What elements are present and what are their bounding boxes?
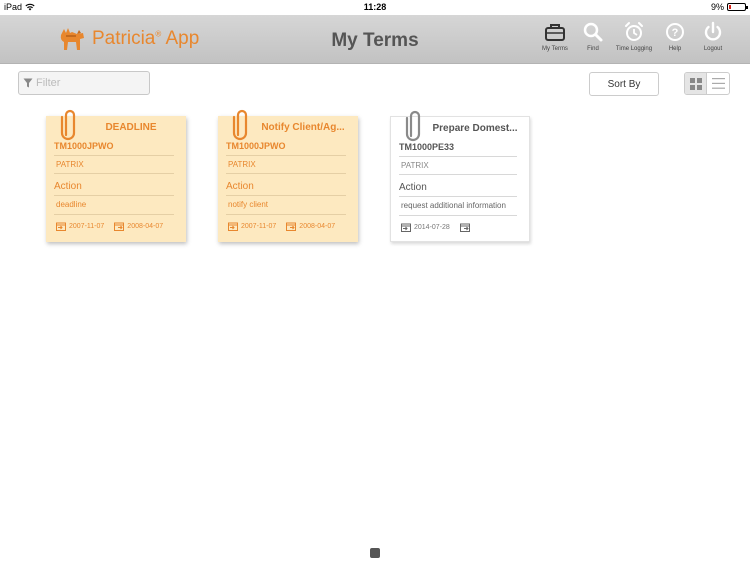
power-icon <box>704 21 722 41</box>
card-action: request additional information <box>401 201 506 210</box>
date-start: 2007-11-07 <box>69 223 105 230</box>
card-action-label: Action <box>54 181 82 192</box>
card-client: PATRIX <box>56 160 84 169</box>
clock: 11:28 <box>363 2 387 12</box>
nav-logout-label: Logout <box>703 46 723 52</box>
card-action: deadline <box>56 200 87 209</box>
calendar-in-icon <box>228 222 238 231</box>
filter-field[interactable] <box>18 71 150 95</box>
divider <box>54 155 174 156</box>
funnel-icon <box>23 78 33 88</box>
term-card[interactable]: Prepare Domest... TM1000PE33 PATRIX Acti… <box>390 110 530 242</box>
header-nav: My Terms Find Time Logging ? Help Logout <box>536 21 732 52</box>
svg-text:?: ? <box>672 27 679 39</box>
list-view-button[interactable] <box>707 73 729 94</box>
paperclip-icon <box>232 109 248 141</box>
divider <box>54 173 174 174</box>
paperclip-icon <box>405 110 421 142</box>
nav-my-terms[interactable]: My Terms <box>536 21 574 52</box>
divider <box>226 173 346 174</box>
sort-by-button[interactable]: Sort By <box>589 72 659 96</box>
battery-percent: 9% <box>710 2 724 12</box>
grid-view-button[interactable] <box>685 73 708 94</box>
divider <box>399 196 517 197</box>
filter-input[interactable] <box>36 77 136 89</box>
help-icon: ? <box>666 23 684 41</box>
date-start: 2014-07-28 <box>414 224 450 231</box>
card-code: TM1000JPWO <box>54 141 114 151</box>
term-card[interactable]: Notify Client/Ag... TM1000JPWO PATRIX Ac… <box>218 109 358 242</box>
divider <box>399 174 517 175</box>
card-title: Prepare Domest... <box>432 123 518 134</box>
divider <box>226 155 346 156</box>
date-start: 2007-11-07 <box>241 223 277 230</box>
nav-my-terms-label: My Terms <box>542 46 568 52</box>
nav-help[interactable]: ? Help <box>656 21 694 52</box>
divider <box>226 214 346 215</box>
nav-time-logging-label: Time Logging <box>615 46 653 52</box>
search-icon <box>583 22 603 42</box>
divider <box>54 214 174 215</box>
calendar-out-icon <box>286 222 297 231</box>
calendar-out-icon <box>114 222 125 231</box>
view-toggle <box>684 72 730 95</box>
card-code: TM1000PE33 <box>399 142 455 152</box>
briefcase-icon <box>545 24 565 41</box>
card-title: DEADLINE <box>105 122 157 133</box>
calendar-out-icon <box>459 223 470 232</box>
card-dates: 2014-07-28 <box>401 223 483 232</box>
card-action-label: Action <box>399 182 427 193</box>
calendar-in-icon <box>56 222 66 231</box>
card-client: PATRIX <box>401 161 429 170</box>
battery: 9% <box>710 2 748 12</box>
nav-time-logging[interactable]: Time Logging <box>612 21 656 52</box>
grid-icon <box>689 77 702 90</box>
alarm-clock-icon <box>625 22 643 41</box>
date-end: 2008-04-07 <box>127 223 164 230</box>
status-bar: iPad 11:28 9% <box>0 0 750 15</box>
divider <box>399 215 517 216</box>
card-action-label: Action <box>226 181 254 192</box>
nav-help-label: Help <box>668 46 682 52</box>
card-dates: 2007-11-07 2008-04-07 <box>56 222 173 231</box>
term-card[interactable]: DEADLINE TM1000JPWO PATRIX Action deadli… <box>46 109 186 242</box>
card-client: PATRIX <box>228 160 256 169</box>
battery-icon <box>727 3 748 11</box>
nav-logout[interactable]: Logout <box>694 21 732 52</box>
paperclip-icon <box>60 109 76 141</box>
nav-find[interactable]: Find <box>574 21 612 52</box>
card-action: notify client <box>228 200 269 209</box>
divider <box>399 156 517 157</box>
divider <box>226 195 346 196</box>
divider <box>54 195 174 196</box>
nav-find-label: Find <box>587 46 599 52</box>
home-indicator <box>370 548 380 558</box>
list-icon <box>711 78 725 89</box>
card-title: Notify Client/Ag... <box>261 122 345 133</box>
calendar-in-icon <box>401 223 411 232</box>
card-dates: 2007-11-07 2008-04-07 <box>228 222 345 231</box>
app-header: Patricia® App My Terms My Terms Find Tim… <box>0 15 750 64</box>
date-end: 2008-04-07 <box>299 223 336 230</box>
card-code: TM1000JPWO <box>226 141 286 151</box>
